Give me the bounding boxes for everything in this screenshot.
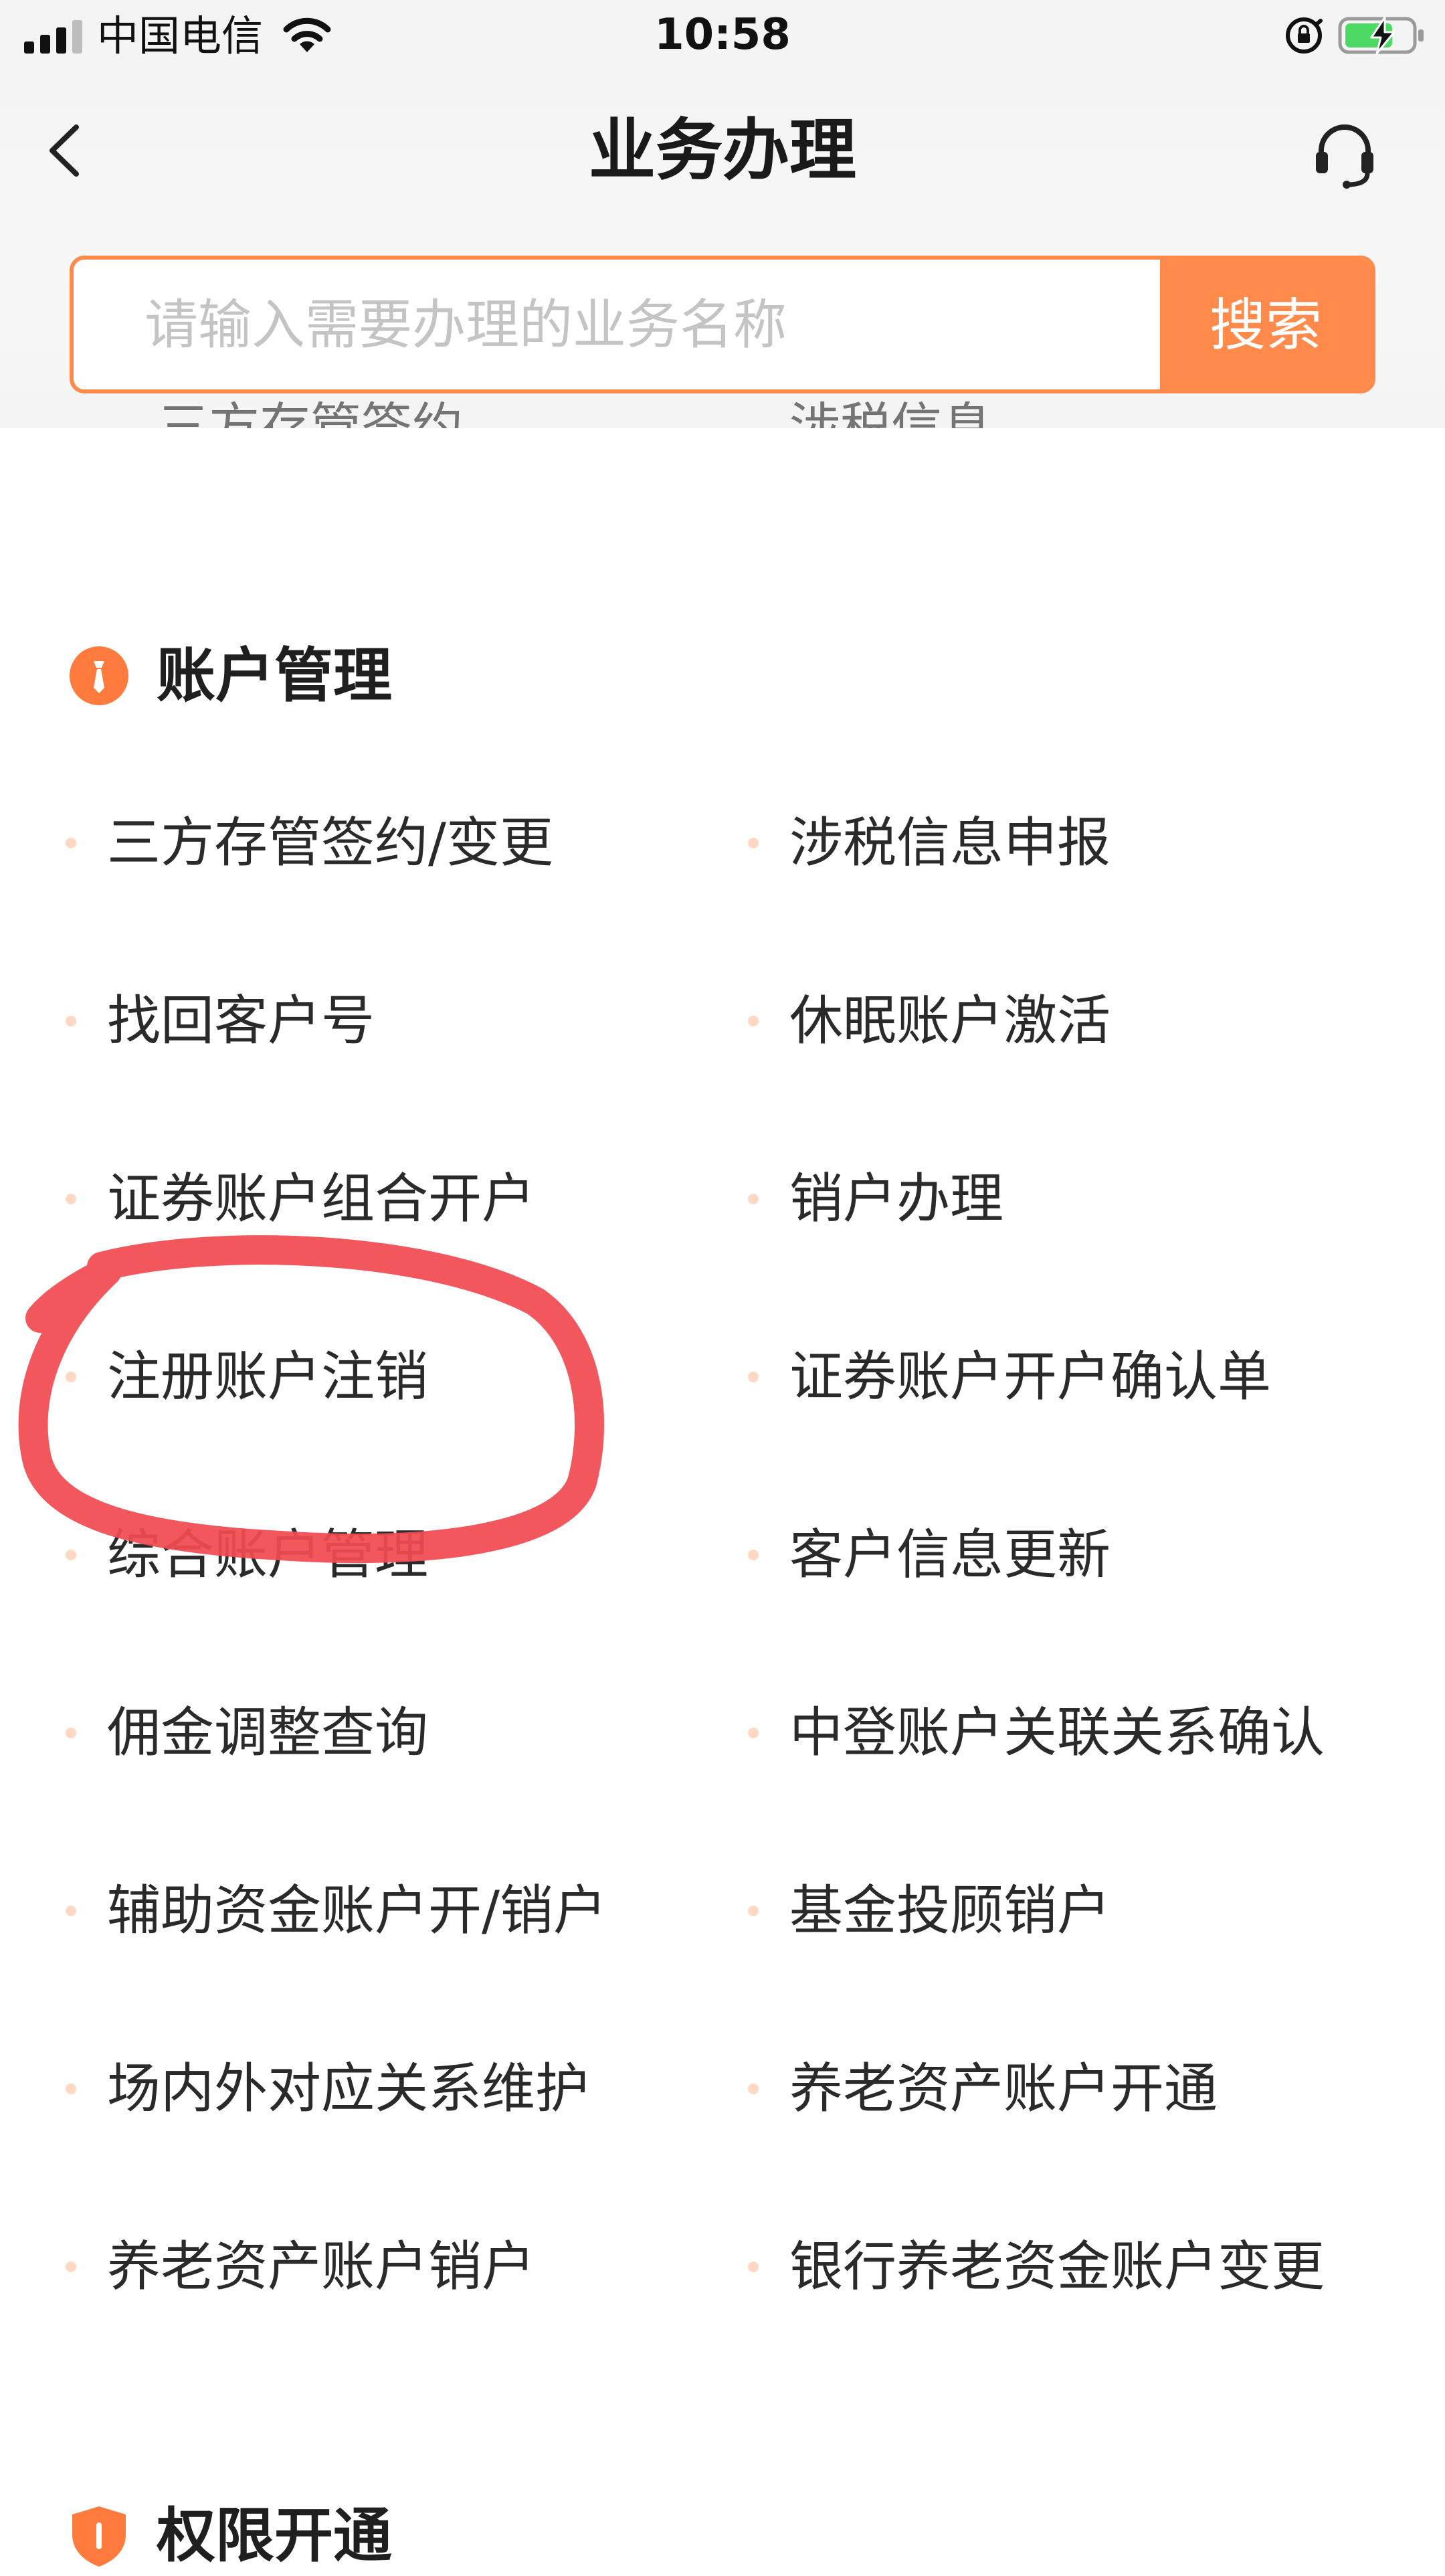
rotation-lock-icon [1286, 17, 1323, 54]
bullet-dot [66, 1016, 76, 1026]
bullet-dot [66, 838, 76, 848]
page-title: 业务办理 [589, 111, 856, 189]
menu-item-registered-account-cancel[interactable]: 注册账户注销 [66, 1333, 428, 1420]
account-badge-icon [70, 646, 128, 705]
menu-item-retrieve-client-id[interactable]: 找回客户号 [66, 978, 375, 1065]
bullet-dot [748, 2084, 759, 2094]
section-title: 账户管理 [157, 641, 393, 710]
bullet-dot [748, 1194, 759, 1204]
bullet-dot [748, 1550, 759, 1560]
menu-item-client-info-update[interactable]: 客户信息更新 [748, 1511, 1111, 1598]
section-header-account: 账户管理 [67, 636, 392, 716]
menu-item-commission-query[interactable]: 佣金调整查询 [66, 1689, 428, 1776]
bullet-dot [748, 1906, 759, 1916]
menu-item-label: 中登账户关联关系确认 [789, 1701, 1325, 1764]
bullet-dot [66, 1372, 76, 1382]
clipped-list-item: 涉税信息 [789, 401, 993, 428]
menu-item-pension-account-close[interactable]: 养老资产账户销户 [66, 2223, 535, 2310]
menu-item-opening-confirmation[interactable]: 证券账户开户确认单 [748, 1333, 1271, 1420]
search-box: 搜索 [70, 256, 1375, 393]
clipped-list-item: 三方存管签约 [158, 401, 463, 428]
menu-item-label: 涉税信息申报 [789, 812, 1111, 874]
menu-item-label: 三方存管签约/变更 [107, 812, 553, 874]
bullet-dot [748, 1016, 759, 1026]
menu-item-label: 场内外对应关系维护 [107, 2057, 589, 2120]
menu-item-label: 养老资产账户销户 [107, 2235, 535, 2298]
bullet-dot [66, 1906, 76, 1916]
headset-icon [1316, 124, 1373, 189]
navigation-bar: 业务办理 [0, 100, 1445, 201]
bullet-dot [66, 1550, 76, 1560]
menu-item-label: 找回客户号 [107, 990, 375, 1052]
menu-item-label: 养老资产账户开通 [789, 2057, 1218, 2120]
menu-item-csdc-link-confirm[interactable]: 中登账户关联关系确认 [748, 1689, 1325, 1776]
menu-item-comprehensive-account[interactable]: 综合账户管理 [66, 1511, 428, 1598]
bullet-dot [66, 1728, 76, 1738]
menu-item-label: 客户信息更新 [789, 1524, 1111, 1586]
back-button[interactable] [37, 124, 90, 177]
menu-item-label: 销户办理 [789, 1168, 1003, 1230]
search-input[interactable] [74, 260, 1164, 389]
menu-item-account-closing[interactable]: 销户办理 [748, 1156, 1003, 1243]
menu-item-label: 辅助资金账户开/销户 [107, 1879, 607, 1942]
section-title: 权限开通 [157, 2501, 393, 2570]
menu-item-onoff-exchange-mapping[interactable]: 场内外对应关系维护 [66, 2045, 589, 2132]
bullet-dot [748, 1728, 759, 1738]
search-button[interactable]: 搜索 [1160, 260, 1371, 389]
customer-service-button[interactable] [1308, 117, 1381, 191]
shield-icon [72, 2506, 126, 2567]
menu-item-label: 银行养老资金账户变更 [789, 2235, 1325, 2298]
header-area: 中国电信 10:58 业务办理 请输入需要办理的业务名称 搜索 [0, 0, 1445, 428]
menu-item-label: 注册账户注销 [107, 1346, 428, 1408]
menu-item-label: 证券账户组合开户 [107, 1168, 535, 1230]
bullet-dot [66, 2262, 76, 2272]
menu-item-dormant-activation[interactable]: 休眠账户激活 [748, 978, 1111, 1065]
status-bar: 中国电信 10:58 [0, 0, 1445, 74]
bullet-dot [66, 2084, 76, 2094]
menu-item-tax-info[interactable]: 涉税信息申报 [748, 800, 1111, 887]
menu-item-label: 佣金调整查询 [107, 1701, 428, 1764]
menu-item-combined-account-opening[interactable]: 证券账户组合开户 [66, 1156, 535, 1243]
menu-item-label: 证券账户开户确认单 [789, 1346, 1271, 1408]
menu-item-label: 休眠账户激活 [789, 990, 1111, 1052]
bullet-dot [748, 1372, 759, 1382]
menu-item-fund-advisory-closing[interactable]: 基金投顾销户 [748, 1867, 1111, 1954]
chevron-left-icon [50, 124, 79, 177]
menu-item-label: 基金投顾销户 [789, 1879, 1111, 1942]
bullet-dot [748, 838, 759, 848]
menu-item-pension-account-open[interactable]: 养老资产账户开通 [748, 2045, 1218, 2132]
menu-item-third-party-custody[interactable]: 三方存管签约/变更 [66, 800, 553, 887]
menu-item-label: 综合账户管理 [107, 1524, 428, 1586]
bullet-dot [748, 2262, 759, 2272]
menu-item-bank-pension-change[interactable]: 银行养老资金账户变更 [748, 2223, 1325, 2310]
status-time: 10:58 [654, 10, 791, 60]
bullet-dot [66, 1194, 76, 1204]
battery-charging-icon [1338, 16, 1424, 55]
section-header-permissions: 权限开通 [67, 2496, 392, 2576]
menu-item-auxiliary-fund-account[interactable]: 辅助资金账户开/销户 [66, 1867, 607, 1954]
